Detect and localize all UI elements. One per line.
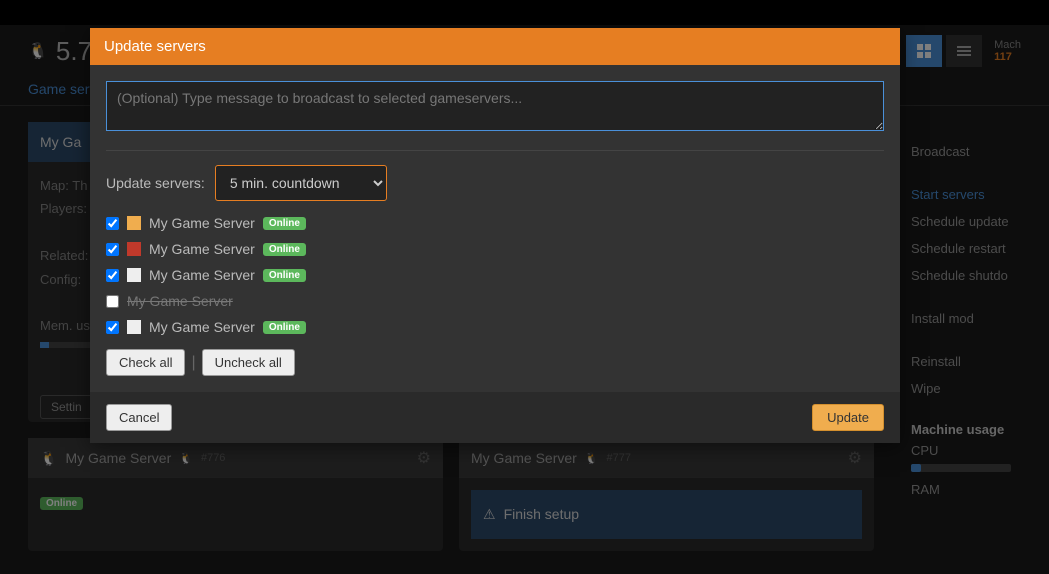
server-name: My Game Server — [127, 293, 233, 309]
countdown-select[interactable]: 5 min. countdown — [215, 165, 387, 201]
game-icon — [127, 320, 141, 334]
status-badge: Online — [263, 243, 306, 256]
broadcast-message-input[interactable] — [106, 81, 884, 131]
server-checkbox[interactable] — [106, 321, 119, 334]
uncheck-all-button[interactable]: Uncheck all — [202, 349, 295, 376]
separator: | — [191, 354, 195, 372]
update-button[interactable]: Update — [812, 404, 884, 431]
update-servers-label: Update servers: — [106, 175, 205, 191]
status-badge: Online — [263, 269, 306, 282]
server-name: My Game Server — [149, 319, 255, 335]
update-servers-modal: Update servers Update servers: 5 min. co… — [90, 28, 900, 443]
cancel-button[interactable]: Cancel — [106, 404, 172, 431]
status-badge: Online — [263, 321, 306, 334]
server-checkbox-row[interactable]: My Game Server Online — [106, 267, 884, 283]
game-icon — [127, 242, 141, 256]
server-checkbox-row[interactable]: My Game Server — [106, 293, 884, 309]
server-checkbox[interactable] — [106, 295, 119, 308]
server-checkbox[interactable] — [106, 269, 119, 282]
check-all-button[interactable]: Check all — [106, 349, 185, 376]
server-checkbox-row[interactable]: My Game Server Online — [106, 241, 884, 257]
server-name: My Game Server — [149, 267, 255, 283]
server-name: My Game Server — [149, 215, 255, 231]
server-checkbox[interactable] — [106, 217, 119, 230]
modal-title: Update servers — [90, 28, 900, 65]
game-icon — [127, 216, 141, 230]
server-name: My Game Server — [149, 241, 255, 257]
divider — [106, 150, 884, 151]
server-checkbox-row[interactable]: My Game Server Online — [106, 319, 884, 335]
status-badge: Online — [263, 217, 306, 230]
game-icon — [127, 268, 141, 282]
server-checkbox[interactable] — [106, 243, 119, 256]
server-checkbox-row[interactable]: My Game Server Online — [106, 215, 884, 231]
